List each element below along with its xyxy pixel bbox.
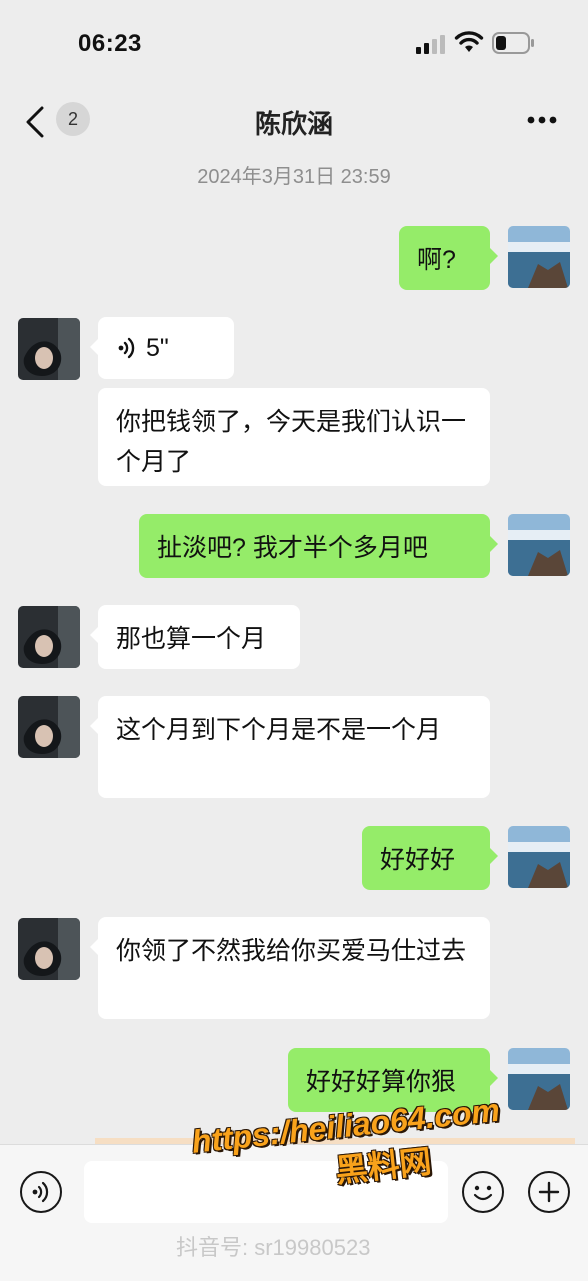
chevron-left-icon[interactable]: [20, 104, 50, 140]
contact-avatar[interactable]: [18, 696, 80, 758]
message-text: 啊?: [417, 246, 456, 274]
tiktok-id: 抖音号: sr19980523: [176, 1235, 371, 1260]
status-bar: 06:23: [0, 0, 588, 88]
battery-icon: [492, 32, 534, 54]
chat-timestamp: 2024年3月31日 23:59: [197, 166, 391, 188]
wifi-icon: [454, 31, 484, 52]
my-avatar[interactable]: [508, 826, 570, 888]
chat-header: 陈欣涵 2: [0, 88, 588, 154]
my-avatar[interactable]: [508, 226, 570, 288]
message-bubble[interactable]: 你领了不然我给你买爱马仕过去: [90, 917, 490, 1019]
voice-wave-icon: [118, 337, 135, 359]
message-text: 这个月到下个月是不是一个月: [116, 716, 442, 744]
message-bubble[interactable]: 你把钱领了，今天是我们认识一个月了: [98, 388, 490, 486]
plus-icon[interactable]: [528, 1171, 570, 1213]
message-bubble[interactable]: 扯淡吧? 我才半个多月吧: [139, 514, 498, 578]
unread-count-badge[interactable]: 2: [56, 102, 90, 136]
message-bubble[interactable]: 啊?: [399, 226, 498, 290]
message-text: 那也算一个月: [116, 625, 267, 653]
contact-avatar[interactable]: [18, 918, 80, 980]
status-time: 06:23: [78, 30, 142, 57]
contact-avatar[interactable]: [18, 606, 80, 668]
voice-duration: 5": [146, 334, 169, 362]
message-text: 好好好算你狠: [306, 1068, 457, 1096]
message-bubble[interactable]: 好好好: [362, 826, 498, 890]
my-avatar[interactable]: [508, 514, 570, 576]
voice-message[interactable]: 5": [90, 317, 234, 379]
more-dots-icon[interactable]: [526, 110, 558, 130]
message-text: 扯淡吧? 我才半个多月吧: [157, 534, 428, 562]
message-text: 好好好: [380, 846, 456, 874]
message-text: 你把钱领了，今天是我们认识一个月了: [116, 408, 467, 476]
signal-icon: [416, 35, 445, 54]
message-bubble[interactable]: 这个月到下个月是不是一个月: [90, 696, 490, 798]
message-text: 你领了不然我给你买爱马仕过去: [116, 937, 467, 965]
voice-input-icon[interactable]: [20, 1171, 62, 1213]
contact-avatar[interactable]: [18, 318, 80, 380]
message-bubble[interactable]: 那也算一个月: [90, 605, 300, 669]
